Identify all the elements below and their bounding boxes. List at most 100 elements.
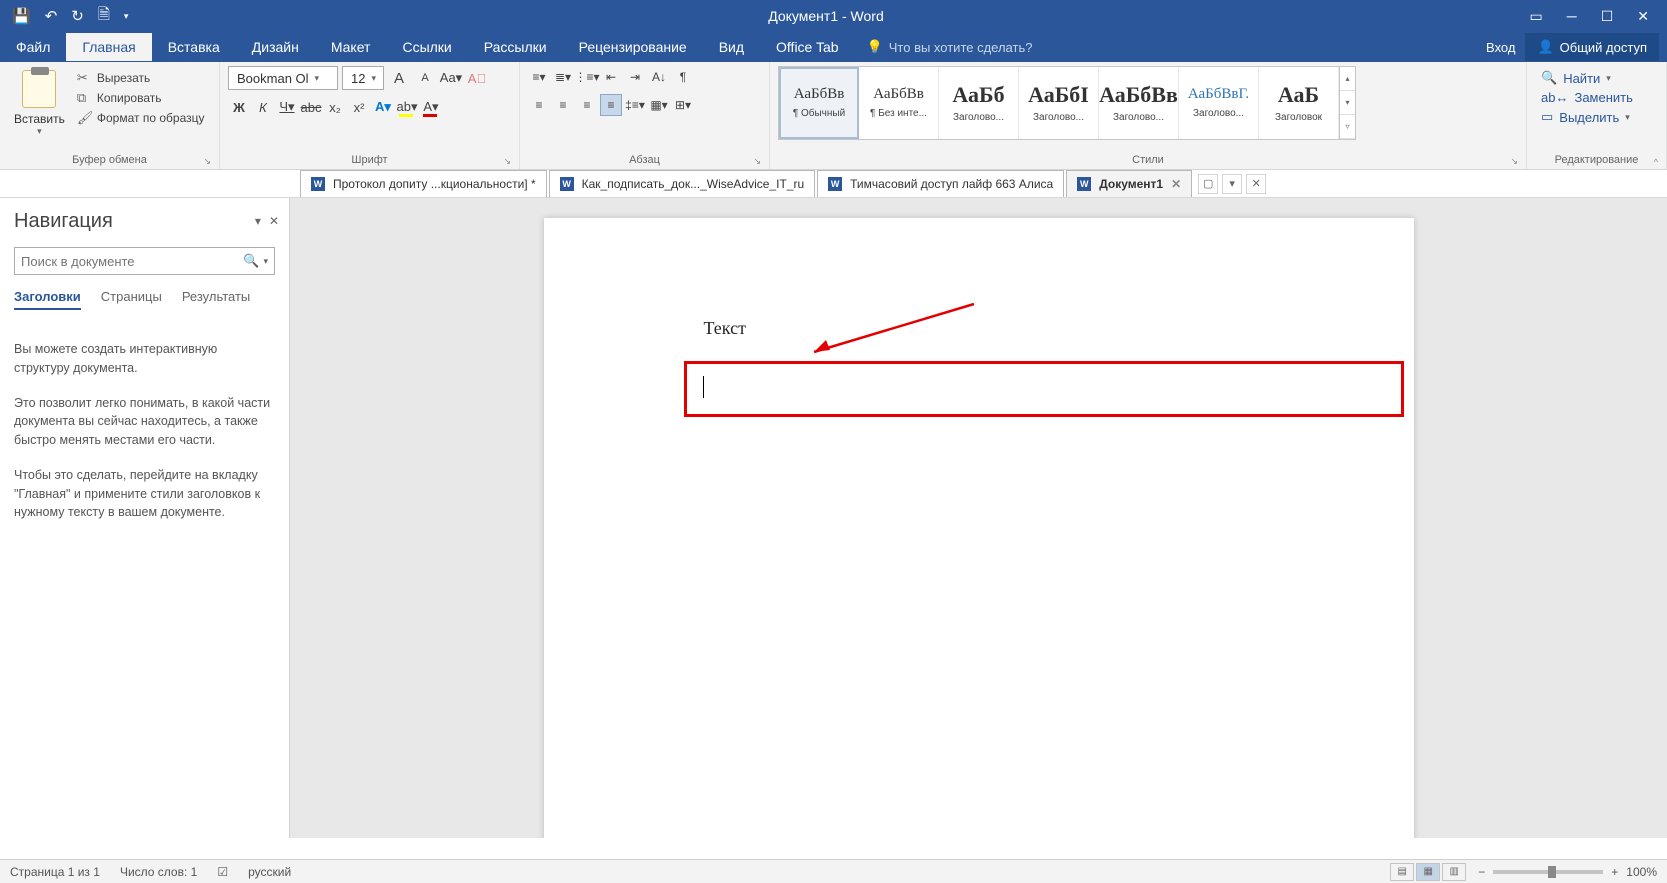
document-tab[interactable]: WДокумент1✕ — [1066, 170, 1192, 197]
nav-close-icon[interactable]: ✕ — [269, 214, 279, 228]
style-item[interactable]: АаБбЗаголово... — [939, 67, 1019, 139]
align-justify-icon[interactable]: ≡ — [600, 94, 622, 116]
tab-view[interactable]: Вид — [703, 33, 760, 61]
styles-launcher-icon[interactable]: ↘ — [1510, 156, 1518, 167]
decrease-indent-icon[interactable]: ⇤ — [600, 66, 622, 88]
format-painter-button[interactable]: 🖌Формат по образцу — [77, 110, 205, 126]
clear-formatting-icon[interactable]: A⃠ — [466, 67, 488, 89]
tab-references[interactable]: Ссылки — [386, 33, 467, 61]
grow-font-icon[interactable]: A — [388, 67, 410, 89]
highlight-color-icon[interactable]: ab▾ — [396, 96, 418, 118]
paste-button[interactable]: Вставить ▾ — [8, 66, 71, 137]
redo-icon[interactable]: ↻ — [71, 7, 84, 25]
qat-more-icon[interactable]: ▾ — [124, 11, 129, 22]
nav-tab-results[interactable]: Результаты — [182, 289, 250, 310]
chevron-down-icon[interactable]: ▾ — [1625, 112, 1630, 123]
document-canvas[interactable]: Текст — [290, 198, 1667, 838]
font-name-combo[interactable]: Bookman Ol▾ — [228, 66, 338, 90]
nav-tab-pages[interactable]: Страницы — [101, 289, 162, 310]
tell-me[interactable]: 💡 Что вы хотите сделать? — [855, 39, 1045, 55]
style-item[interactable]: АаБбВвГ.Заголово... — [1179, 67, 1259, 139]
styles-row-up-icon[interactable]: ▴ — [1340, 67, 1355, 91]
styles-expand-icon[interactable]: ▿ — [1340, 115, 1355, 139]
text-effects-icon[interactable]: A▾ — [372, 96, 394, 118]
underline-button[interactable]: Ч▾ — [276, 96, 298, 118]
search-dropdown-icon[interactable]: ▾ — [263, 256, 268, 267]
styles-row-down-icon[interactable]: ▾ — [1340, 91, 1355, 115]
change-case-icon[interactable]: Aa▾ — [440, 67, 462, 89]
cut-button[interactable]: ✂Вырезать — [77, 70, 205, 86]
align-left-icon[interactable]: ≡ — [528, 94, 550, 116]
save-icon[interactable]: 💾 — [12, 7, 31, 25]
bullets-icon[interactable]: ≡▾ — [528, 66, 550, 88]
status-word-count[interactable]: Число слов: 1 — [120, 865, 197, 879]
zoom-out-icon[interactable]: − — [1478, 865, 1485, 879]
style-item[interactable]: АаБбВв¶ Обычный — [779, 67, 859, 139]
style-item[interactable]: АаБбВв¶ Без инте... — [859, 67, 939, 139]
show-marks-icon[interactable]: ¶ — [672, 66, 694, 88]
document-tab[interactable]: WТимчасовий доступ лайф 663 Алиса — [817, 170, 1064, 197]
web-layout-icon[interactable]: ▥ — [1442, 863, 1466, 881]
status-proofing-icon[interactable]: ☑ — [217, 865, 228, 879]
zoom-value[interactable]: 100% — [1626, 865, 1657, 879]
ribbon-options-icon[interactable]: ▭ — [1530, 8, 1543, 25]
italic-button[interactable]: К — [252, 96, 274, 118]
font-color-icon[interactable]: A▾ — [420, 96, 442, 118]
status-page[interactable]: Страница 1 из 1 — [10, 865, 100, 879]
tab-close-all-icon[interactable]: ✕ — [1246, 174, 1266, 194]
tab-office-tab[interactable]: Office Tab — [760, 33, 855, 61]
line-spacing-icon[interactable]: ‡≡▾ — [624, 94, 646, 116]
style-item[interactable]: АаБЗаголовок — [1259, 67, 1339, 139]
touch-mode-icon[interactable]: 🗎 — [98, 4, 110, 29]
shading-icon[interactable]: ▦▾ — [648, 94, 670, 116]
shrink-font-icon[interactable]: A — [414, 67, 436, 89]
style-item[interactable]: АаБбIЗаголово... — [1019, 67, 1099, 139]
sort-icon[interactable]: A↓ — [648, 66, 670, 88]
read-mode-icon[interactable]: ▤ — [1390, 863, 1414, 881]
chevron-down-icon[interactable]: ▾ — [315, 73, 320, 84]
nav-tab-headings[interactable]: Заголовки — [14, 289, 81, 310]
tab-home[interactable]: Главная — [66, 33, 151, 61]
tab-file[interactable]: Файл — [0, 33, 66, 61]
minimize-icon[interactable]: ─ — [1567, 8, 1577, 25]
document-tab[interactable]: WПротокол допиту ...кциональности] * — [300, 170, 547, 197]
replace-button[interactable]: ab↔Заменить — [1541, 90, 1633, 105]
font-size-combo[interactable]: 12▾ — [342, 66, 384, 90]
search-icon[interactable]: 🔍 — [243, 253, 259, 269]
paragraph-launcher-icon[interactable]: ↘ — [753, 156, 761, 167]
document-tab[interactable]: WКак_подписать_док..._WiseAdvice_IT_ru — [549, 170, 816, 197]
chevron-down-icon[interactable]: ▾ — [1606, 73, 1611, 84]
tab-insert[interactable]: Вставка — [152, 33, 236, 61]
zoom-slider[interactable] — [1493, 870, 1603, 874]
increase-indent-icon[interactable]: ⇥ — [624, 66, 646, 88]
strikethrough-button[interactable]: abc — [300, 96, 322, 118]
zoom-in-icon[interactable]: + — [1611, 865, 1618, 879]
select-button[interactable]: ▭Выделить▾ — [1541, 109, 1633, 125]
chevron-down-icon[interactable]: ▾ — [371, 73, 376, 84]
superscript-button[interactable]: x² — [348, 96, 370, 118]
font-launcher-icon[interactable]: ↘ — [503, 156, 511, 167]
borders-icon[interactable]: ⊞▾ — [672, 94, 694, 116]
subscript-button[interactable]: x₂ — [324, 96, 346, 118]
numbering-icon[interactable]: ≣▾ — [552, 66, 574, 88]
paste-dropdown-icon[interactable]: ▾ — [37, 126, 42, 137]
clipboard-launcher-icon[interactable]: ↘ — [203, 156, 211, 167]
tab-mailings[interactable]: Рассылки — [468, 33, 563, 61]
find-button[interactable]: 🔍Найти▾ — [1541, 70, 1633, 86]
new-tab-icon[interactable]: ▢ — [1198, 174, 1218, 194]
multilevel-list-icon[interactable]: ⋮≡▾ — [576, 66, 598, 88]
collapse-ribbon-icon[interactable]: ^ — [1654, 157, 1658, 167]
undo-icon[interactable]: ↶ — [45, 7, 58, 25]
tab-review[interactable]: Рецензирование — [563, 33, 703, 61]
nav-search[interactable]: 🔍 ▾ — [14, 247, 275, 275]
login-link[interactable]: Вход — [1486, 40, 1515, 55]
tab-design[interactable]: Дизайн — [236, 33, 315, 61]
copy-button[interactable]: ⧉Копировать — [77, 90, 205, 106]
status-language[interactable]: русский — [248, 865, 291, 879]
print-layout-icon[interactable]: ▦ — [1416, 863, 1440, 881]
page[interactable]: Текст — [544, 218, 1414, 838]
close-icon[interactable]: ✕ — [1637, 8, 1649, 25]
search-input[interactable] — [21, 254, 243, 269]
align-right-icon[interactable]: ≡ — [576, 94, 598, 116]
share-button[interactable]: 👤 Общий доступ — [1525, 33, 1659, 61]
